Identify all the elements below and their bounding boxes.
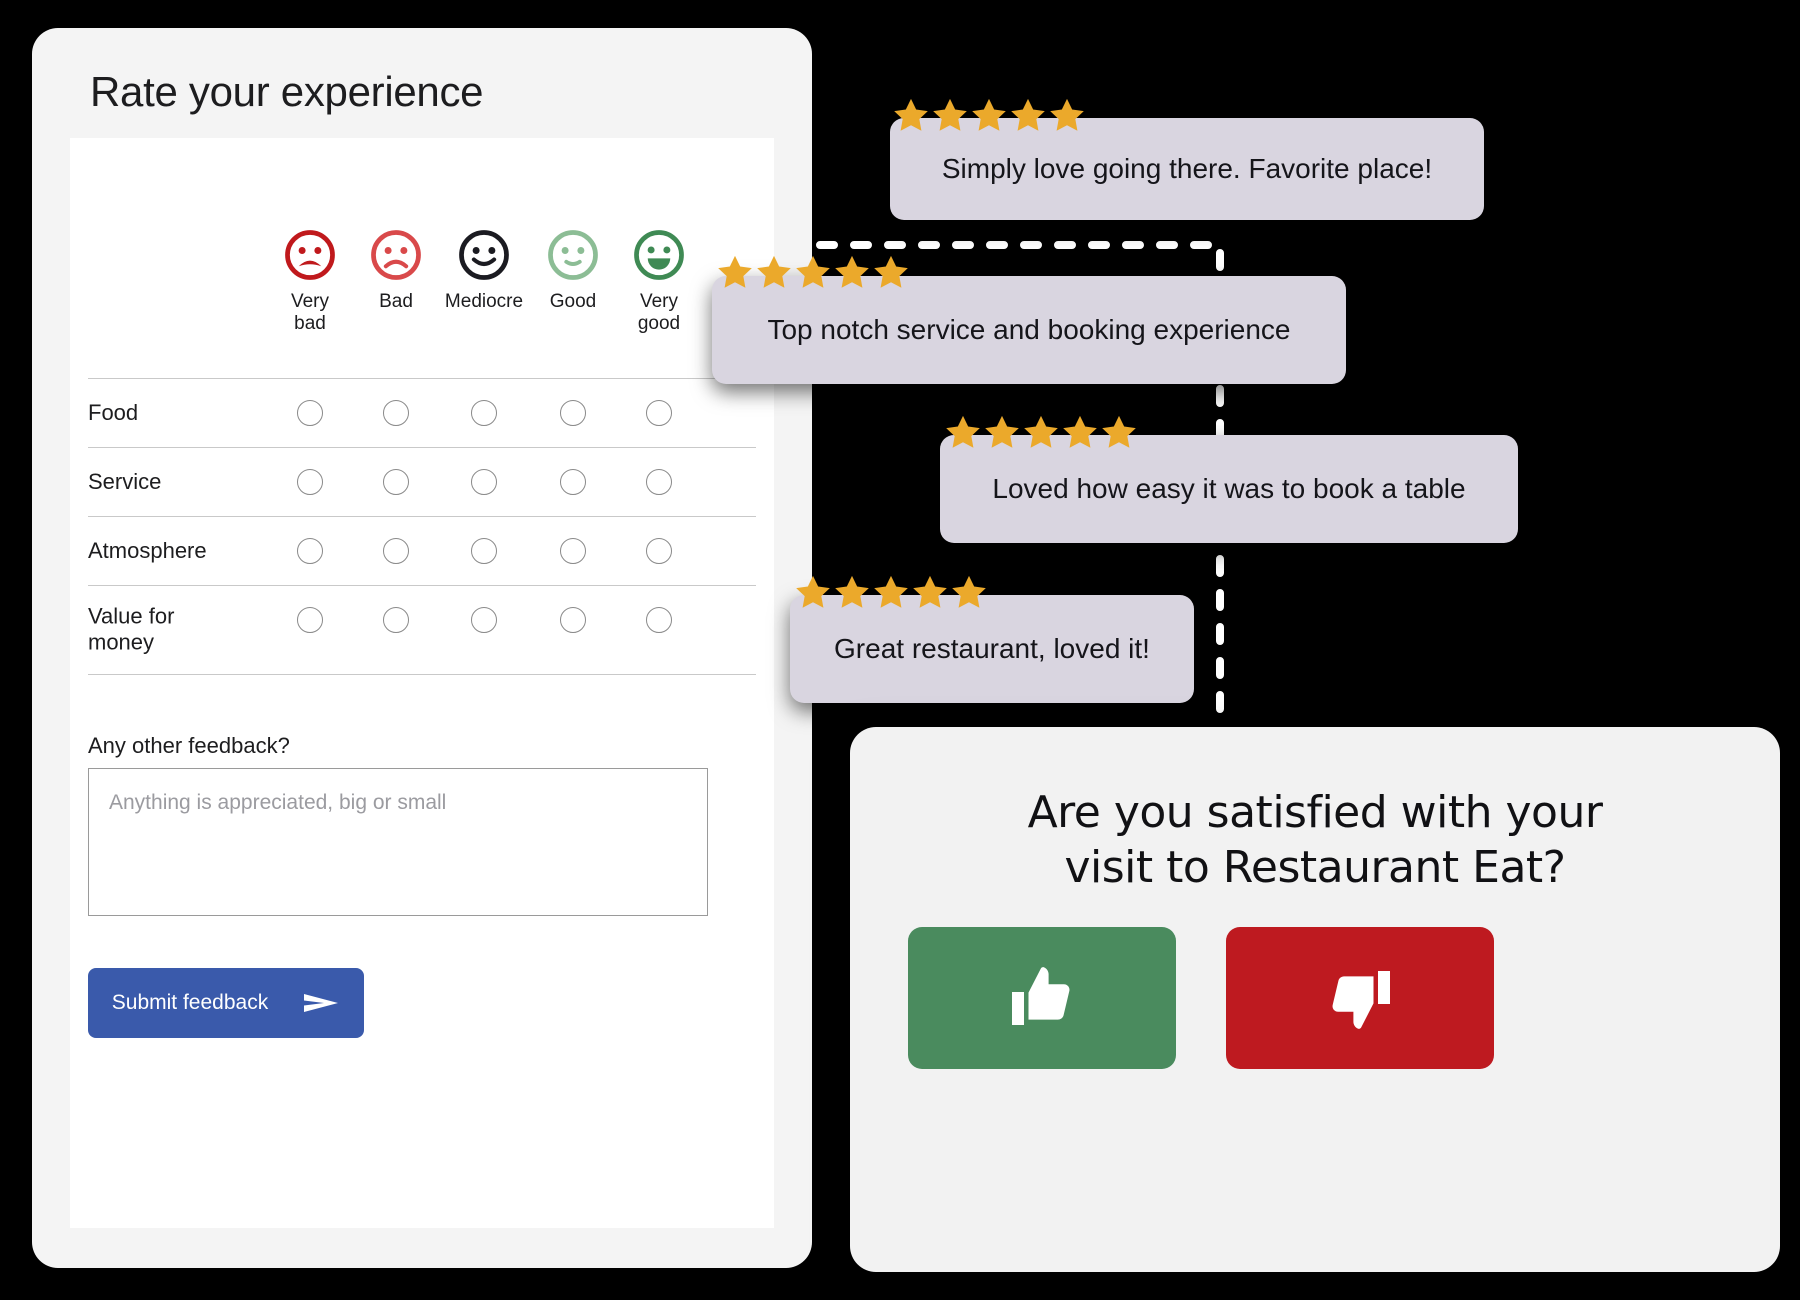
review-text: Simply love going there. Favorite place! [941, 153, 1433, 184]
star-icon [718, 255, 752, 288]
radio-food-very-good[interactable] [646, 400, 672, 426]
radio-service-mediocre[interactable] [471, 469, 497, 495]
scale-option-very-good[interactable]: Very good [611, 228, 707, 336]
star-icon [1050, 98, 1084, 131]
star-rating [792, 572, 987, 614]
table-row: Service [88, 447, 756, 516]
star-rating [942, 412, 1137, 454]
table-row: Atmosphere [88, 516, 756, 585]
star-rating [714, 252, 909, 294]
scale-label: Bad [379, 291, 413, 312]
star-icon [1102, 415, 1136, 448]
review-text: Top notch service and booking experience [767, 314, 1291, 345]
radio-atmosphere-very-good[interactable] [646, 538, 672, 564]
radio-food-mediocre[interactable] [471, 400, 497, 426]
star-icon [894, 98, 928, 131]
scale-option-bad[interactable]: Bad [348, 228, 444, 313]
star-icon [757, 255, 791, 288]
scale-option-good[interactable]: Good [525, 228, 621, 313]
radio-atmosphere-mediocre[interactable] [471, 538, 497, 564]
review-text: Loved how easy it was to book a table [992, 473, 1466, 504]
star-icon [1011, 98, 1045, 131]
row-label: Food [88, 399, 139, 425]
survey-panel: Rate your experience Very bad Bad Medioc… [32, 28, 812, 1268]
very-happy-face-icon [634, 230, 684, 280]
review-text: Great restaurant, loved it! [834, 633, 1150, 664]
submit-feedback-button[interactable]: Submit feedback [88, 968, 364, 1038]
table-row: Food [88, 378, 756, 447]
radio-service-very-bad[interactable] [297, 469, 323, 495]
radio-food-good[interactable] [560, 400, 586, 426]
star-icon [835, 255, 869, 288]
star-icon [796, 255, 830, 288]
page-title: Rate your experience [90, 68, 484, 115]
row-label: Value for money [88, 603, 175, 655]
star-icon [946, 415, 980, 448]
slight-smile-face-icon [548, 230, 598, 280]
radio-value-very-bad[interactable] [297, 607, 323, 633]
scale-label: Very good [637, 291, 681, 335]
thumbs-down-icon [1332, 971, 1390, 1029]
radio-food-very-bad[interactable] [297, 400, 323, 426]
radio-service-bad[interactable] [383, 469, 409, 495]
radio-atmosphere-good[interactable] [560, 538, 586, 564]
radio-atmosphere-very-bad[interactable] [297, 538, 323, 564]
star-icon [972, 98, 1006, 131]
star-icon [874, 575, 908, 608]
neutral-smile-face-icon [459, 230, 509, 280]
send-arrow-icon [304, 994, 339, 1012]
star-icon [1063, 415, 1097, 448]
feedback-label: Any other feedback? [88, 733, 290, 758]
radio-value-good[interactable] [560, 607, 586, 633]
star-icon [952, 575, 986, 608]
rating-matrix: Food Service Atmosphere Value for money [88, 378, 756, 675]
very-sad-face-icon [285, 230, 335, 280]
star-icon [874, 255, 908, 288]
star-icon [796, 575, 830, 608]
radio-value-mediocre[interactable] [471, 607, 497, 633]
thumbs-down-button[interactable] [1226, 927, 1494, 1069]
row-label: Service [88, 468, 162, 494]
radio-value-very-good[interactable] [646, 607, 672, 633]
sad-face-icon [371, 230, 421, 280]
radio-service-very-good[interactable] [646, 469, 672, 495]
thumbs-up-button[interactable] [908, 927, 1176, 1069]
satisfaction-cta-panel: Are you satisfied with your visit to Rest… [850, 727, 1780, 1272]
star-icon [913, 575, 947, 608]
scale-option-mediocre[interactable]: Mediocre [436, 228, 532, 313]
radio-value-bad[interactable] [383, 607, 409, 633]
scale-label: Very bad [290, 291, 330, 335]
row-label: Atmosphere [88, 537, 207, 563]
cta-question: Are you satisfied with your visit to Rest… [1027, 787, 1603, 893]
scale-option-very-bad[interactable]: Very bad [262, 228, 358, 336]
scale-label: Mediocre [444, 291, 524, 312]
radio-atmosphere-bad[interactable] [383, 538, 409, 564]
rating-scale-header: Very bad Bad Mediocre Good Very good [70, 228, 774, 368]
star-icon [1024, 415, 1058, 448]
star-rating [890, 95, 1085, 137]
scale-label: Good [549, 291, 597, 312]
star-icon [985, 415, 1019, 448]
star-icon [933, 98, 967, 131]
radio-service-good[interactable] [560, 469, 586, 495]
submit-button-label: Submit feedback [111, 991, 269, 1014]
star-icon [835, 575, 869, 608]
feedback-input[interactable] [88, 768, 708, 916]
table-row: Value for money [88, 585, 756, 675]
thumbs-up-icon [1012, 967, 1070, 1025]
survey-form-card: Very bad Bad Mediocre Good Very good Foo… [70, 138, 774, 1228]
radio-food-bad[interactable] [383, 400, 409, 426]
